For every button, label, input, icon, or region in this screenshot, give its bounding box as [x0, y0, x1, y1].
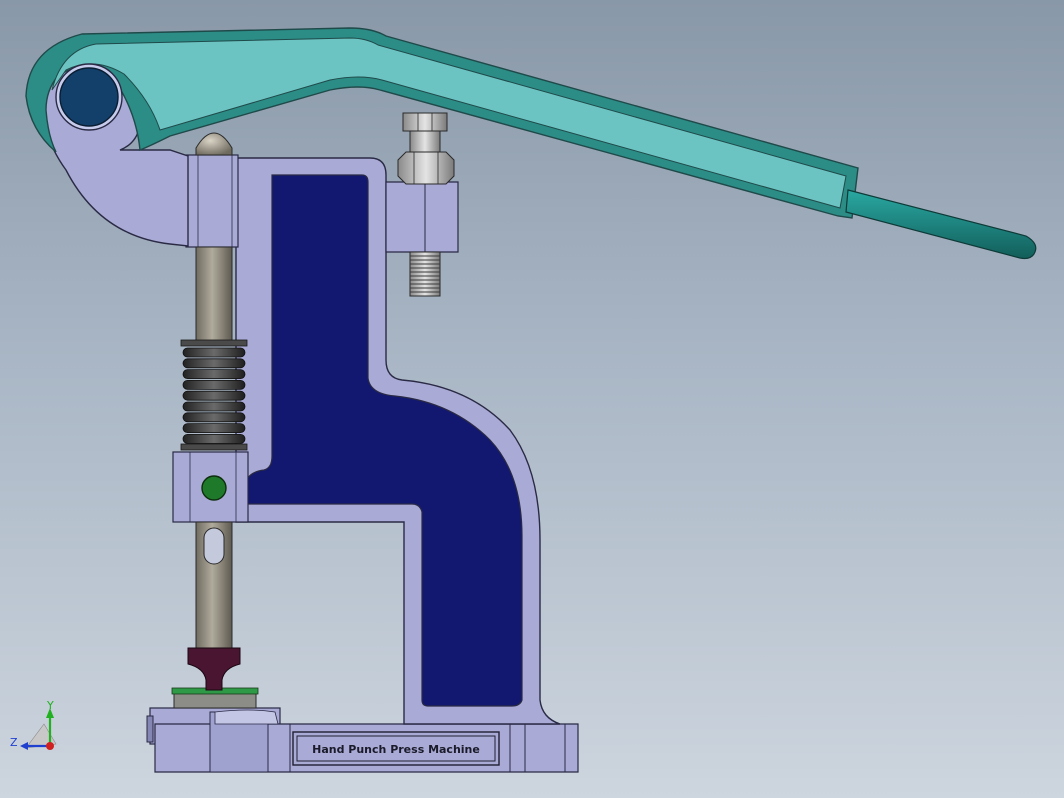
c-frame-body[interactable] [235, 157, 561, 725]
plate-label-text: Hand Punch Press Machine [312, 743, 480, 756]
lever-grip[interactable] [845, 189, 1037, 260]
lock-nut-upper[interactable] [402, 112, 448, 156]
lower-guide-block[interactable] [172, 451, 249, 523]
spring-coil [182, 433, 246, 444]
lock-nut-lower[interactable] [397, 151, 455, 185]
punch-tip[interactable] [187, 647, 241, 691]
graphics-viewport[interactable]: Hand Punch Press Machine Y Z [0, 0, 1064, 798]
triad-z-label: Z [10, 736, 18, 749]
spring-coil [182, 390, 246, 401]
spring-coil [182, 412, 246, 423]
detent-ball-icon [201, 475, 227, 501]
spring-coil [182, 358, 246, 369]
triad-y-label: Y [46, 699, 54, 712]
spring-coil [182, 401, 246, 412]
spring-coil [182, 423, 246, 434]
spring-coil [182, 379, 246, 390]
upper-guide-block[interactable] [185, 154, 239, 248]
adjust-screw[interactable] [409, 251, 441, 297]
spring-coil [182, 347, 246, 358]
anvil-disc[interactable] [171, 687, 259, 709]
spring-coil [182, 369, 246, 380]
press-machine-model[interactable]: Hand Punch Press Machine Y Z [0, 0, 1064, 798]
view-triad[interactable]: Y Z [10, 699, 57, 750]
